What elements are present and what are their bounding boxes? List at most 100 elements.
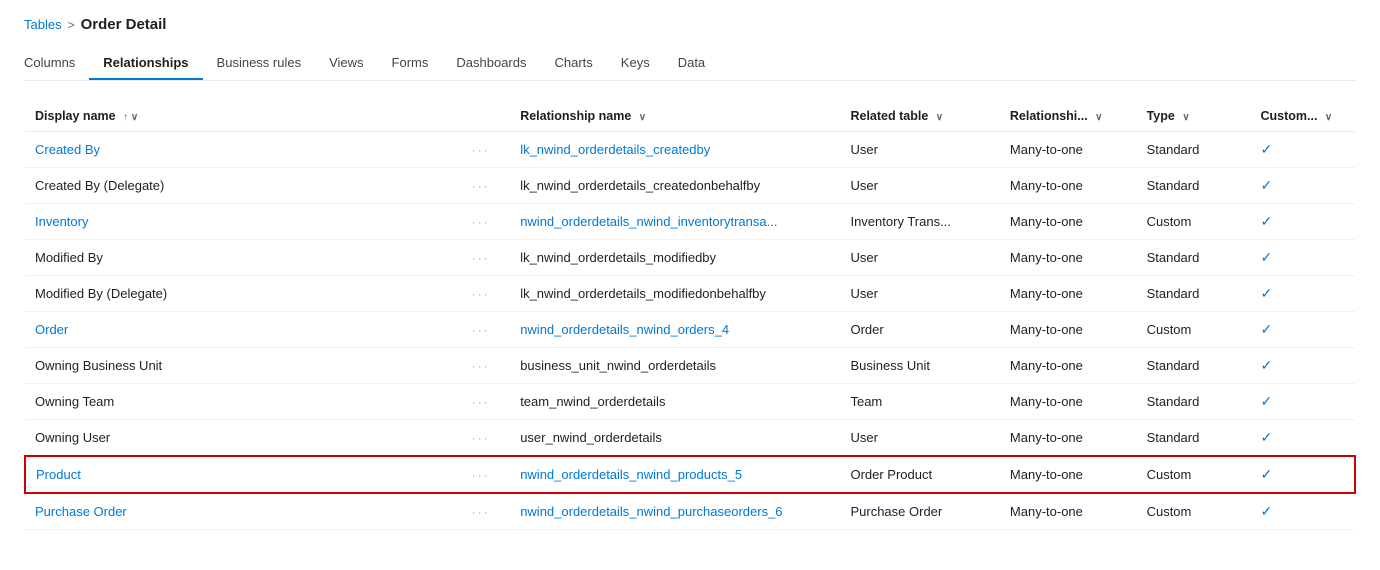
- cell-dots[interactable]: ···: [458, 312, 510, 348]
- cell-display-name[interactable]: Purchase Order: [25, 493, 458, 530]
- cell-relationship-name: user_nwind_orderdetails: [510, 420, 840, 457]
- cell-display-name[interactable]: Inventory: [25, 204, 458, 240]
- nav-tab-columns[interactable]: Columns: [24, 47, 89, 80]
- sort-icon-display: ↑ ∨: [123, 112, 138, 123]
- table-row[interactable]: Owning User···user_nwind_orderdetailsUse…: [25, 420, 1355, 457]
- ellipsis-menu-button[interactable]: ···: [468, 141, 494, 159]
- check-icon: ✓: [1260, 466, 1272, 482]
- ellipsis-menu-button[interactable]: ···: [468, 321, 494, 339]
- relationship-name-link[interactable]: nwind_orderdetails_nwind_inventorytransa…: [520, 214, 777, 229]
- display-name-link[interactable]: Product: [36, 467, 81, 482]
- relationship-name-link[interactable]: nwind_orderdetails_nwind_purchaseorders_…: [520, 504, 782, 519]
- cell-dots[interactable]: ···: [458, 132, 510, 168]
- cell-type: Standard: [1137, 276, 1251, 312]
- nav-tab-charts[interactable]: Charts: [541, 47, 607, 80]
- nav-tab-relationships[interactable]: Relationships: [89, 47, 202, 80]
- table-row[interactable]: Inventory ··· nwind_orderdetails_nwind_inv…: [25, 204, 1355, 240]
- cell-dots[interactable]: ···: [458, 493, 510, 530]
- nav-tab-forms[interactable]: Forms: [378, 47, 443, 80]
- cell-related-table: Team: [840, 384, 999, 420]
- cell-dots[interactable]: ···: [458, 276, 510, 312]
- table-row[interactable]: Purchase Order ··· nwind_orderdetails_nwin…: [25, 493, 1355, 530]
- nav-tab-data[interactable]: Data: [664, 47, 719, 80]
- relationship-name-link[interactable]: lk_nwind_orderdetails_createdby: [520, 142, 710, 157]
- cell-custom: ✓: [1250, 384, 1355, 420]
- cell-dots[interactable]: ···: [458, 348, 510, 384]
- cell-relationship-type: Many-to-one: [1000, 132, 1137, 168]
- cell-dots[interactable]: ···: [458, 456, 510, 493]
- nav-tab-views[interactable]: Views: [315, 47, 377, 80]
- col-header-custom[interactable]: Custom... ∨: [1250, 101, 1355, 132]
- cell-custom: ✓: [1250, 168, 1355, 204]
- cell-dots[interactable]: ···: [458, 384, 510, 420]
- breadcrumb: Tables > Order Detail: [24, 16, 1356, 33]
- cell-related-table: Purchase Order: [840, 493, 999, 530]
- cell-display-name: Created By (Delegate): [25, 168, 458, 204]
- cell-related-table: Order Product: [840, 456, 999, 493]
- table-row[interactable]: Created By (Delegate)···lk_nwind_orderde…: [25, 168, 1355, 204]
- cell-custom: ✓: [1250, 312, 1355, 348]
- display-name-link[interactable]: Inventory: [35, 214, 88, 229]
- display-name-link[interactable]: Created By: [35, 142, 100, 157]
- check-icon: ✓: [1260, 177, 1272, 193]
- cell-dots[interactable]: ···: [458, 168, 510, 204]
- cell-custom: ✓: [1250, 240, 1355, 276]
- ellipsis-menu-button[interactable]: ···: [468, 503, 494, 521]
- cell-display-name[interactable]: Product: [25, 456, 458, 493]
- cell-relationship-name[interactable]: nwind_orderdetails_nwind_products_5: [510, 456, 840, 493]
- ellipsis-menu-button[interactable]: ···: [468, 393, 494, 411]
- cell-relationship-name[interactable]: nwind_orderdetails_nwind_orders_4: [510, 312, 840, 348]
- nav-tab-business-rules[interactable]: Business rules: [203, 47, 316, 80]
- ellipsis-menu-button[interactable]: ···: [468, 357, 494, 375]
- ellipsis-menu-button[interactable]: ···: [468, 213, 494, 231]
- ellipsis-menu-button[interactable]: ···: [468, 285, 494, 303]
- cell-dots[interactable]: ···: [458, 420, 510, 457]
- breadcrumb-tables-link[interactable]: Tables: [24, 17, 62, 32]
- relationship-name-link[interactable]: nwind_orderdetails_nwind_products_5: [520, 467, 742, 482]
- ellipsis-menu-button[interactable]: ···: [468, 466, 494, 484]
- cell-relationship-name[interactable]: lk_nwind_orderdetails_createdby: [510, 132, 840, 168]
- check-icon: ✓: [1260, 285, 1272, 301]
- cell-display-name[interactable]: Created By: [25, 132, 458, 168]
- main-container: Tables > Order Detail ColumnsRelationshi…: [0, 0, 1380, 570]
- ellipsis-menu-button[interactable]: ···: [468, 177, 494, 195]
- display-name-link[interactable]: Purchase Order: [35, 504, 127, 519]
- breadcrumb-current-page: Order Detail: [81, 16, 167, 33]
- ellipsis-menu-button[interactable]: ···: [468, 429, 494, 447]
- display-name-link[interactable]: Order: [35, 322, 68, 337]
- check-icon: ✓: [1260, 503, 1272, 519]
- cell-display-name[interactable]: Order: [25, 312, 458, 348]
- cell-related-table: Inventory Trans...: [840, 204, 999, 240]
- table-row[interactable]: Owning Business Unit···business_unit_nwi…: [25, 348, 1355, 384]
- cell-relationship-name[interactable]: nwind_orderdetails_nwind_purchaseorders_…: [510, 493, 840, 530]
- cell-type: Standard: [1137, 348, 1251, 384]
- table-row[interactable]: Order ··· nwind_orderdetails_nwind_orders_…: [25, 312, 1355, 348]
- col-header-relationship-name[interactable]: Relationship name ∨: [510, 101, 840, 132]
- table-row[interactable]: Product ··· nwind_orderdetails_nwind_produ…: [25, 456, 1355, 493]
- relationship-name-link[interactable]: nwind_orderdetails_nwind_orders_4: [520, 322, 729, 337]
- table-row[interactable]: Modified By···lk_nwind_orderdetails_modi…: [25, 240, 1355, 276]
- sort-icon-relationship: ∨: [1095, 112, 1102, 123]
- ellipsis-menu-button[interactable]: ···: [468, 249, 494, 267]
- cell-relationship-name[interactable]: nwind_orderdetails_nwind_inventorytransa…: [510, 204, 840, 240]
- cell-dots[interactable]: ···: [458, 240, 510, 276]
- col-header-display-name[interactable]: Display name ↑ ∨: [25, 101, 458, 132]
- cell-relationship-type: Many-to-one: [1000, 493, 1137, 530]
- cell-related-table: User: [840, 240, 999, 276]
- cell-dots[interactable]: ···: [458, 204, 510, 240]
- col-header-relationship-type[interactable]: Relationshi... ∨: [1000, 101, 1137, 132]
- table-row[interactable]: Owning Team···team_nwind_orderdetailsTea…: [25, 384, 1355, 420]
- table-row[interactable]: Modified By (Delegate)···lk_nwind_orderd…: [25, 276, 1355, 312]
- col-header-related-table[interactable]: Related table ∨: [840, 101, 999, 132]
- col-header-type[interactable]: Type ∨: [1137, 101, 1251, 132]
- table-row[interactable]: Created By ··· lk_nwind_orderdetails_creat…: [25, 132, 1355, 168]
- cell-type: Standard: [1137, 168, 1251, 204]
- nav-tab-keys[interactable]: Keys: [607, 47, 664, 80]
- cell-custom: ✓: [1250, 132, 1355, 168]
- check-icon: ✓: [1260, 429, 1272, 445]
- breadcrumb-separator: >: [68, 18, 75, 32]
- cell-related-table: Business Unit: [840, 348, 999, 384]
- check-icon: ✓: [1260, 213, 1272, 229]
- cell-custom: ✓: [1250, 456, 1355, 493]
- nav-tab-dashboards[interactable]: Dashboards: [442, 47, 540, 80]
